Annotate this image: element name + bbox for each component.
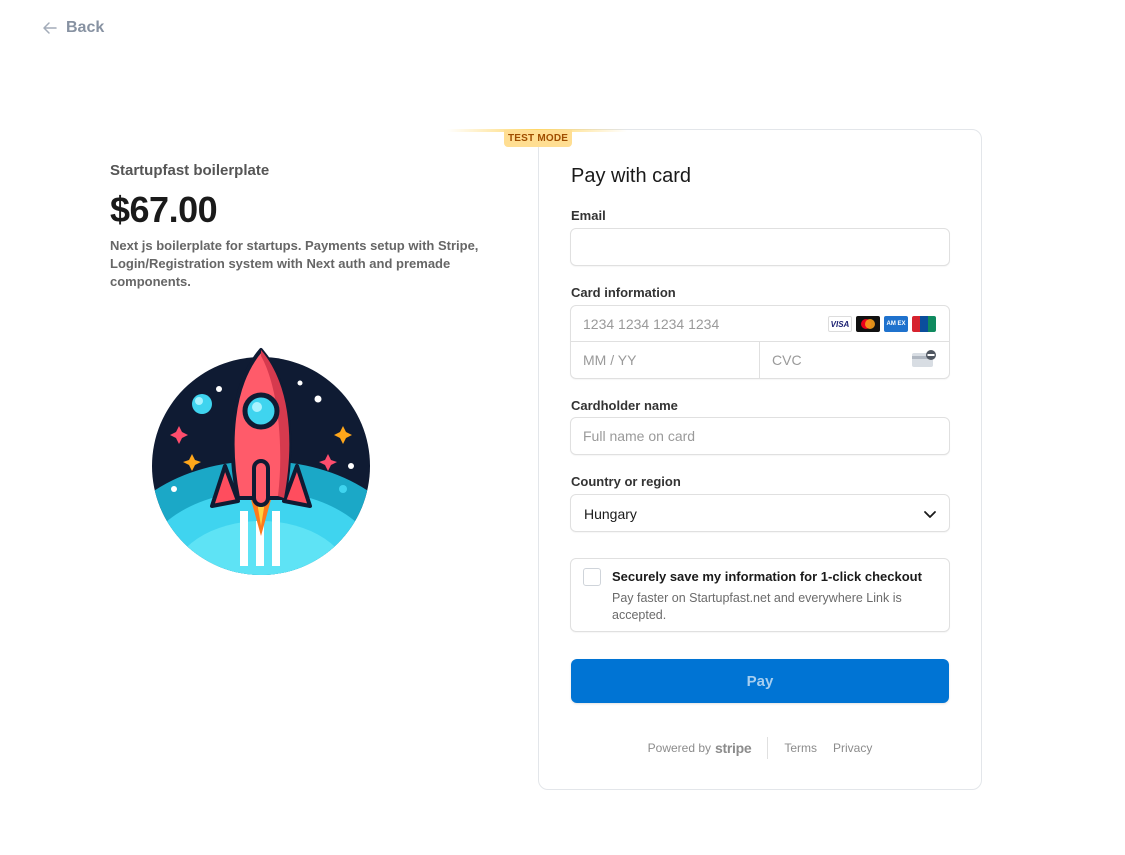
cardholder-label: Cardholder name — [571, 398, 678, 413]
privacy-link[interactable]: Privacy — [833, 741, 872, 755]
terms-link[interactable]: Terms — [784, 741, 817, 755]
country-select[interactable]: Hungary — [570, 494, 950, 532]
product-description: Next js boilerplate for startups. Paymen… — [110, 238, 479, 289]
rocket-logo-image — [152, 348, 370, 575]
back-label: Back — [66, 19, 105, 36]
cardholder-name-input[interactable] — [571, 418, 949, 454]
pay-button[interactable]: Pay — [571, 659, 949, 703]
test-mode-badge: TEST MODE — [504, 130, 573, 147]
email-field-wrapper — [570, 228, 950, 266]
card-number-wrapper: VISA AM EX — [571, 306, 949, 342]
unionpay-icon — [912, 316, 936, 332]
save-info-box: Securely save my information for 1-click… — [570, 558, 950, 632]
product-name: Startupfast boilerplate — [110, 162, 270, 179]
amex-icon: AM EX — [884, 316, 908, 332]
expiry-input[interactable] — [571, 342, 759, 378]
card-brands: VISA AM EX — [828, 316, 936, 332]
pay-with-card-title: Pay with card — [571, 165, 692, 187]
save-info-checkbox[interactable] — [583, 568, 601, 586]
cvc-card-icon — [912, 350, 936, 367]
save-info-description: Pay faster on Startupfast.net and everyw… — [612, 591, 902, 622]
country-label: Country or region — [571, 474, 681, 489]
arrow-left-icon — [43, 22, 57, 34]
card-info-group: VISA AM EX — [570, 305, 950, 379]
email-label: Email — [571, 208, 606, 223]
card-info-label: Card information — [571, 285, 676, 300]
powered-by-label: Powered by — [647, 741, 712, 755]
visa-icon: VISA — [828, 316, 852, 332]
cvc-wrapper — [760, 342, 949, 378]
chevron-down-icon — [924, 511, 936, 518]
stripe-logo: stripe — [715, 740, 752, 756]
save-info-title: Securely save my information for 1-click… — [612, 569, 922, 584]
powered-by-stripe[interactable]: Powered by stripe — [648, 737, 769, 759]
checkout-footer: Powered by stripe Terms Privacy — [571, 737, 949, 759]
email-field[interactable] — [571, 229, 949, 265]
product-summary: Startupfast boilerplate $67.00 Next js b… — [110, 162, 510, 291]
back-link[interactable]: Back — [42, 19, 104, 37]
cardholder-field-wrapper — [570, 417, 950, 455]
mastercard-icon — [856, 316, 880, 332]
expiry-wrapper — [571, 342, 760, 378]
country-select-value: Hungary — [584, 506, 637, 522]
product-price: $67.00 — [110, 189, 218, 230]
